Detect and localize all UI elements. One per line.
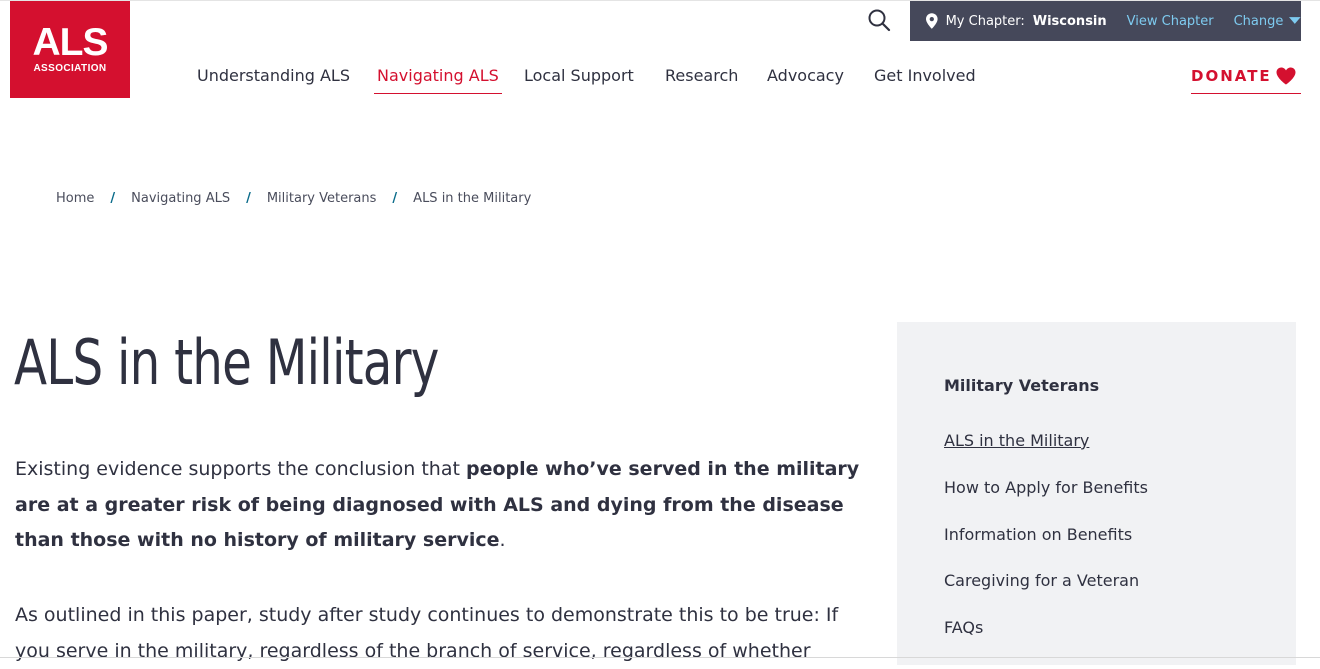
nav-advocacy[interactable]: Advocacy (767, 64, 844, 94)
sidebar-heading: Military Veterans (944, 376, 1100, 395)
caret-down-icon[interactable] (1289, 17, 1301, 25)
chapter-name: Wisconsin (1032, 13, 1107, 29)
my-chapter-label: My Chapter: (945, 13, 1025, 29)
nav-local-support[interactable]: Local Support (524, 64, 634, 94)
heart-icon (1276, 67, 1296, 85)
breadcrumb-separator: / (392, 190, 398, 206)
sidebar-link-als-in-the-military[interactable]: ALS in the Military (944, 431, 1089, 450)
nav-get-involved[interactable]: Get Involved (874, 64, 976, 94)
sidebar-link-caregiving[interactable]: Caregiving for a Veteran (944, 571, 1139, 590)
donate-label: DONATE (1191, 67, 1272, 85)
location-pin-icon (926, 13, 938, 29)
view-chapter-link[interactable]: View Chapter (1127, 14, 1214, 29)
breadcrumb-navigating-als[interactable]: Navigating ALS (131, 191, 230, 206)
breadcrumb-current: ALS in the Military (413, 190, 532, 206)
logo-main-text: ALS (32, 21, 109, 64)
breadcrumb-separator: / (246, 190, 251, 206)
viewport-bottom-divider (0, 657, 1320, 658)
change-chapter-link[interactable]: Change (1234, 14, 1284, 29)
nav-research[interactable]: Research (665, 64, 738, 94)
intro-text-end: . (499, 529, 506, 551)
sidebar-link-faqs[interactable]: FAQs (944, 618, 983, 637)
breadcrumb-separator: / (110, 190, 116, 206)
sidebar-link-information-on-benefits[interactable]: Information on Benefits (944, 525, 1132, 544)
sidebar-military-veterans: Military Veterans ALS in the Military Ho… (897, 322, 1296, 665)
page-title: ALS in the Military (14, 326, 439, 399)
nav-understanding-als[interactable]: Understanding ALS (197, 64, 350, 94)
nav-navigating-als[interactable]: Navigating ALS (374, 64, 502, 94)
breadcrumb: Home / Navigating ALS / Military Veteran… (56, 188, 531, 208)
body-paragraph: As outlined in this paper, study after s… (15, 604, 839, 662)
chapter-bar: My Chapter: Wisconsin View Chapter Chang… (910, 1, 1301, 41)
intro-paragraph: Existing evidence supports the conclusio… (15, 452, 865, 559)
main-nav: Understanding ALS Navigating ALS Local S… (0, 64, 1000, 94)
breadcrumb-home[interactable]: Home (56, 191, 94, 206)
sidebar-link-how-to-apply[interactable]: How to Apply for Benefits (944, 478, 1148, 497)
breadcrumb-military-veterans[interactable]: Military Veterans (267, 191, 377, 206)
donate-button[interactable]: DONATE (1191, 64, 1301, 94)
search-icon[interactable] (866, 7, 892, 33)
intro-text-start: Existing evidence supports the conclusio… (15, 458, 466, 480)
